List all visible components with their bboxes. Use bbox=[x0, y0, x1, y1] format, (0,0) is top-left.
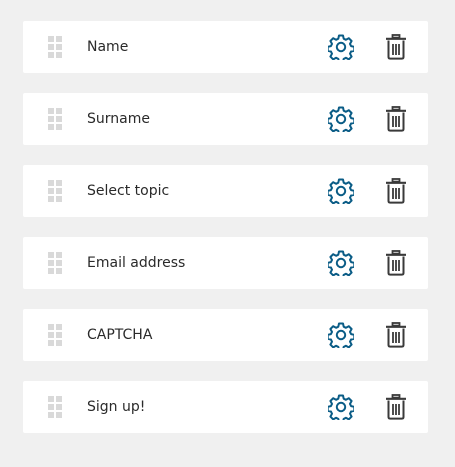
field-row-sign-up[interactable]: Sign up! bbox=[23, 381, 428, 433]
field-delete-button[interactable] bbox=[384, 34, 408, 60]
form-field-list: Name Surname Select topic Email address … bbox=[0, 0, 455, 467]
field-label: Sign up! bbox=[87, 399, 146, 415]
field-row-surname[interactable]: Surname bbox=[23, 93, 428, 145]
field-delete-button[interactable] bbox=[384, 394, 408, 420]
field-settings-button[interactable] bbox=[328, 322, 354, 348]
field-label: Email address bbox=[87, 255, 186, 271]
gear-icon bbox=[328, 106, 354, 132]
drag-handle-icon[interactable] bbox=[48, 180, 64, 202]
field-settings-button[interactable] bbox=[328, 178, 354, 204]
gear-icon bbox=[328, 394, 354, 420]
field-delete-button[interactable] bbox=[384, 250, 408, 276]
drag-handle-icon[interactable] bbox=[48, 252, 64, 274]
drag-handle-icon[interactable] bbox=[48, 324, 64, 346]
trash-icon bbox=[386, 34, 406, 60]
trash-icon bbox=[386, 106, 406, 132]
drag-handle-icon[interactable] bbox=[48, 36, 64, 58]
field-settings-button[interactable] bbox=[328, 250, 354, 276]
field-label: CAPTCHA bbox=[87, 327, 153, 343]
field-row-select-topic[interactable]: Select topic bbox=[23, 165, 428, 217]
gear-icon bbox=[328, 34, 354, 60]
field-settings-button[interactable] bbox=[328, 34, 354, 60]
field-label: Surname bbox=[87, 111, 150, 127]
drag-handle-icon[interactable] bbox=[48, 396, 64, 418]
drag-handle-icon[interactable] bbox=[48, 108, 64, 130]
field-row-email-address[interactable]: Email address bbox=[23, 237, 428, 289]
field-settings-button[interactable] bbox=[328, 106, 354, 132]
trash-icon bbox=[386, 250, 406, 276]
field-delete-button[interactable] bbox=[384, 178, 408, 204]
gear-icon bbox=[328, 178, 354, 204]
field-label: Select topic bbox=[87, 183, 170, 199]
field-label: Name bbox=[87, 39, 129, 55]
trash-icon bbox=[386, 322, 406, 348]
trash-icon bbox=[386, 394, 406, 420]
field-delete-button[interactable] bbox=[384, 322, 408, 348]
gear-icon bbox=[328, 322, 354, 348]
field-row-captcha[interactable]: CAPTCHA bbox=[23, 309, 428, 361]
field-delete-button[interactable] bbox=[384, 106, 408, 132]
trash-icon bbox=[386, 178, 406, 204]
gear-icon bbox=[328, 250, 354, 276]
field-row-name[interactable]: Name bbox=[23, 21, 428, 73]
field-settings-button[interactable] bbox=[328, 394, 354, 420]
